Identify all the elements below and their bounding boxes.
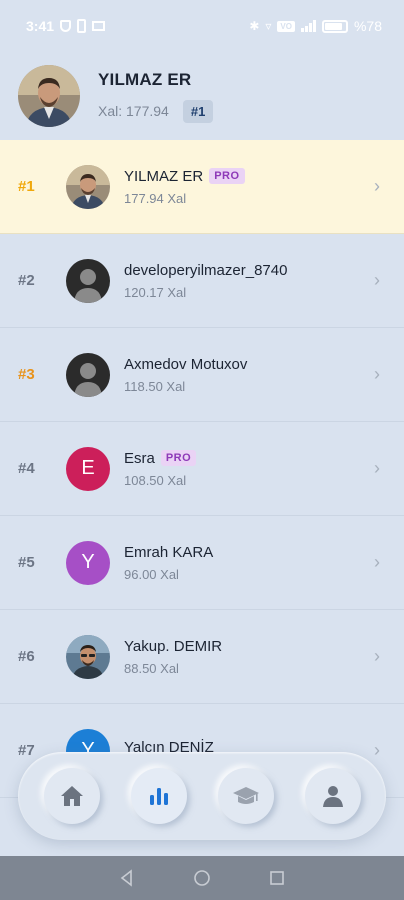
profile-meta: Xal: 177.94 #1 — [98, 99, 214, 123]
profile-icon — [322, 786, 343, 807]
pro-badge: PRO — [209, 168, 245, 184]
user-name: developeryilmazer_8740 — [124, 261, 288, 279]
chevron-right-icon: › — [374, 364, 380, 384]
user-name: Axmedov Motuxov — [124, 355, 248, 373]
profile-header[interactable]: YILMAZ ER Xal: 177.94 #1 — [0, 52, 404, 140]
user-avatar — [66, 634, 110, 679]
recents-icon[interactable] — [268, 869, 286, 887]
user-score: 88.50 Xal — [124, 660, 179, 676]
user-info: Emrah KARA 96.00 Xal — [124, 544, 374, 582]
user-score: 120.17 Xal — [124, 284, 187, 300]
home-icon — [60, 786, 83, 806]
nav-home-button[interactable] — [43, 768, 100, 824]
user-avatar — [66, 258, 110, 303]
user-name: YILMAZ ER — [124, 167, 204, 185]
rank-number: #5 — [18, 554, 35, 571]
leaderboard-icon — [149, 788, 168, 805]
user-line: Yakup. DEMIR — [124, 638, 374, 655]
bottom-nav — [18, 752, 386, 840]
wifi-icon: ▿ — [265, 19, 272, 33]
mail-icon — [92, 21, 106, 31]
chevron-right-icon: › — [374, 458, 380, 478]
user-info: Axmedov Motuxov 118.50 Xal — [124, 356, 374, 394]
home-circle-icon[interactable] — [193, 869, 211, 887]
vowifi-icon: VO — [277, 20, 295, 32]
pro-badge: PRO — [160, 450, 197, 466]
user-line: Esra PRO — [124, 450, 374, 467]
chevron-right-icon: › — [374, 176, 380, 196]
user-info: developeryilmazer_8740 120.17 Xal — [124, 262, 374, 300]
user-name: Yakup. DEMIR — [124, 637, 223, 655]
user-info: Yakup. DEMIR 88.50 Xal — [124, 638, 374, 676]
battery-text: %78 — [353, 18, 382, 34]
shield-icon — [60, 20, 72, 32]
profile-info: YILMAZ ER Xal: 177.94 #1 — [98, 69, 214, 123]
user-avatar — [66, 352, 110, 397]
rank-number: #4 — [18, 460, 35, 477]
leaderboard-row[interactable]: #5 Y Emrah KARA 96.00 Xal › — [0, 516, 404, 610]
user-line: YILMAZ ER PRO — [124, 168, 374, 185]
rank-number: #1 — [18, 178, 35, 195]
user-line: Axmedov Motuxov — [124, 356, 374, 373]
rank-number: #6 — [18, 648, 35, 665]
leaderboard-row[interactable]: #1 YILMAZ ER PRO 177.94 Xal › — [0, 140, 404, 234]
nav-leaderboard-button[interactable] — [130, 768, 187, 824]
phone-icon — [77, 19, 87, 33]
bluetooth-icon: ✱ — [249, 19, 260, 33]
user-score: 118.50 Xal — [124, 378, 186, 394]
system-nav-bar — [0, 856, 404, 900]
profile-avatar — [18, 65, 80, 127]
profile-score: Xal: 177.94 — [98, 103, 169, 119]
status-left: 3:41 — [26, 18, 106, 34]
status-bar: 3:41 ✱ ▿ VO %78 — [0, 0, 404, 52]
chevron-right-icon: › — [374, 646, 380, 666]
rank-number: #3 — [18, 366, 35, 383]
profile-name: YILMAZ ER — [98, 69, 192, 89]
user-score: 96.00 Xal — [124, 566, 179, 582]
signal-icon — [300, 20, 316, 32]
chevron-right-icon: › — [374, 740, 380, 760]
graduation-cap-icon — [232, 787, 259, 804]
rank-number: #2 — [18, 272, 35, 289]
user-name: Esra — [124, 449, 155, 467]
leaderboard-row[interactable]: #4 E Esra PRO 108.50 Xal › — [0, 422, 404, 516]
user-name: Emrah KARA — [124, 543, 214, 561]
leaderboard-row[interactable]: #2 developeryilmazer_8740 120.17 Xal › — [0, 234, 404, 328]
chevron-right-icon: › — [374, 552, 380, 572]
user-avatar: Y — [66, 540, 110, 585]
user-line: developeryilmazer_8740 — [124, 262, 374, 279]
leaderboard-row[interactable]: #6 Yakup. DEMIR 88.50 Xal › — [0, 610, 404, 704]
nav-courses-button[interactable] — [217, 768, 274, 824]
rank-badge: #1 — [182, 99, 214, 123]
user-info: YILMAZ ER PRO 177.94 Xal — [124, 168, 374, 206]
nav-profile-button[interactable] — [304, 768, 361, 824]
user-line: Emrah KARA — [124, 544, 374, 561]
back-icon[interactable] — [118, 869, 136, 887]
user-avatar: E — [66, 446, 110, 491]
user-avatar — [66, 164, 110, 209]
user-score: 177.94 Xal — [124, 190, 187, 206]
battery-icon — [321, 19, 348, 33]
leaderboard-row[interactable]: #3 Axmedov Motuxov 118.50 Xal › — [0, 328, 404, 422]
user-info: Esra PRO 108.50 Xal — [124, 450, 374, 488]
user-score: 108.50 Xal — [124, 472, 187, 488]
chevron-right-icon: › — [374, 270, 380, 290]
status-right: ✱ ▿ VO %78 — [249, 18, 382, 34]
status-time: 3:41 — [26, 18, 55, 34]
